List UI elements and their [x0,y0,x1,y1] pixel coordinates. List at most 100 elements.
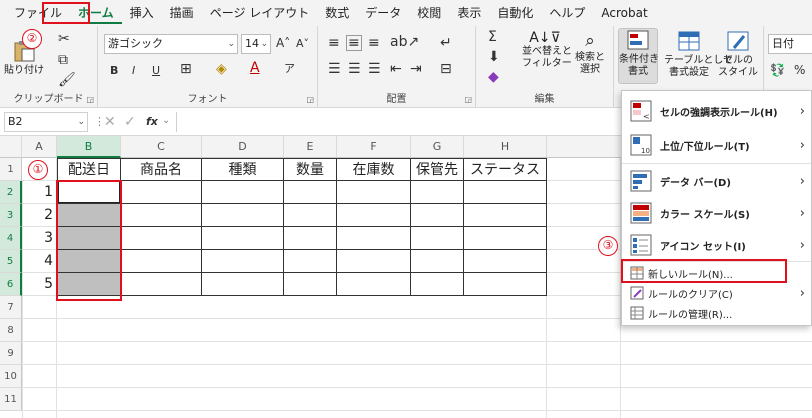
tab-help[interactable]: ヘルプ [541,2,593,24]
font-color-icon[interactable]: A [250,61,260,75]
row-header-3[interactable]: 3 [0,204,22,227]
clear-icon[interactable]: ◆ [488,70,499,84]
tab-draw[interactable]: 描画 [162,2,202,24]
format-painter-icon[interactable]: 🖌 [58,73,76,87]
shrink-font-icon[interactable]: A˅ [296,38,309,49]
select-all-corner[interactable] [0,136,22,158]
highlight-cells-rules-item[interactable]: < セルの強調表示ルール(H) › [622,95,812,127]
number-format-combo[interactable]: 日付 [768,34,812,54]
color-scales-item[interactable]: カラー スケール(S) › [622,197,812,229]
column-header-h[interactable]: H [464,136,547,158]
column-header-b[interactable]: B [57,136,121,158]
column-header-g[interactable]: G [411,136,464,158]
chevron-down-icon: ⌄ [260,39,268,49]
insert-function-button[interactable]: fx [146,115,158,128]
tab-page-layout[interactable]: ページ レイアウト [202,2,318,24]
name-box[interactable]: B2 ⌄ [4,112,88,132]
align-center-icon[interactable]: ☰ [348,62,361,76]
row-header-1[interactable]: 1 [0,158,22,181]
number-cell[interactable]: 5 [22,273,57,296]
table-header-cell[interactable]: 在庫数 [337,158,411,181]
merge-center-icon[interactable]: ⊟ [440,62,452,76]
fill-icon[interactable]: ⬇ [488,50,500,64]
font-size-combo[interactable]: 14 ⌄ [241,34,271,54]
table-header-cell[interactable]: 商品名 [121,158,202,181]
grow-font-icon[interactable]: A˄ [276,37,290,49]
editing-group: Σ ⬇ ◆ A↓⊽ 並べ替えと フィルター ⌕ 検索と 選択 編集 [476,26,614,108]
percent-icon[interactable]: % [794,64,805,76]
chevron-right-icon: › [799,173,805,189]
tab-data[interactable]: データ [357,2,409,24]
enter-icon[interactable]: ✓ [124,115,136,129]
align-top-icon[interactable]: ≡ [328,36,340,50]
borders-icon[interactable]: ⊞ [180,62,192,76]
find-select-button[interactable]: ⌕ 検索と 選択 [570,30,610,76]
font-name-combo[interactable]: 游ゴシック ⌄ [104,34,238,54]
row-header-8[interactable]: 8 [0,319,22,342]
clear-rules-item[interactable]: ルールのクリア(C) › [622,283,812,303]
table-header-cell[interactable]: 数量 [284,158,337,181]
decrease-indent-icon[interactable]: ⇤ [390,62,402,76]
tab-formulas[interactable]: 数式 [317,2,357,24]
column-header-d[interactable]: D [202,136,284,158]
row-header-2[interactable]: 2 [0,181,22,204]
cancel-icon[interactable]: ✕ [104,115,116,129]
svg-text:<: < [643,112,650,121]
bold-button[interactable]: B [110,64,118,77]
sort-filter-button[interactable]: A↓⊽ 並べ替えと フィルター [522,30,572,70]
column-header-e[interactable]: E [284,136,337,158]
fill-color-icon[interactable]: ◈ [216,62,227,76]
table-header-cell[interactable]: 保管先 [411,158,464,181]
phonetic-icon[interactable]: ア [284,63,295,74]
conditional-formatting-button[interactable]: 条件付き 書式 [618,28,659,84]
currency-icon[interactable]: 💱 [770,64,785,76]
table-header-cell[interactable]: 配送日 [57,158,121,181]
table-header-cell[interactable]: ステータス [464,158,547,181]
increase-indent-icon[interactable]: ⇥ [410,62,422,76]
font-launcher-icon[interactable]: ◲ [306,95,314,104]
tab-review[interactable]: 校閲 [409,2,449,24]
row-header-11[interactable]: 11 [0,388,22,411]
align-right-icon[interactable]: ☰ [368,62,381,76]
clear-rules-icon [630,286,644,300]
manage-rules-item[interactable]: ルールの管理(R)... [622,303,812,323]
data-bars-item[interactable]: データ バー(D) › [622,165,812,197]
underline-button[interactable]: U [152,64,160,77]
copy-icon[interactable]: ⧉ [58,53,68,67]
icon-sets-item[interactable]: アイコン セット(I) › [622,229,812,261]
table-header-cell[interactable]: 種類 [202,158,284,181]
row-header-7[interactable]: 7 [0,296,22,319]
cell-styles-button[interactable]: セルの スタイル [716,30,760,79]
number-cell[interactable]: 1 [22,181,57,204]
data-table-body[interactable] [57,181,547,296]
column-header-f[interactable]: F [337,136,411,158]
format-as-table-button[interactable]: テーブルとして 書式設定 [664,30,733,79]
row-header-6[interactable]: 6 [0,273,22,296]
cut-icon[interactable]: ✂ [58,32,70,46]
row-header-5[interactable]: 5 [0,250,22,273]
align-middle-icon[interactable]: ≡ [346,35,362,51]
tab-view[interactable]: 表示 [449,2,489,24]
wrap-text-icon[interactable]: ↵ [440,36,452,50]
italic-button[interactable]: I [132,64,135,77]
alignment-launcher-icon[interactable]: ◲ [464,95,472,104]
tab-automate[interactable]: 自動化 [489,2,541,24]
clipboard-launcher-icon[interactable]: ◲ [86,95,94,104]
tab-insert[interactable]: 挿入 [122,2,162,24]
column-header-a[interactable]: A [22,136,57,158]
number-cell[interactable]: 4 [22,250,57,273]
number-cell[interactable]: 2 [22,204,57,227]
top-bottom-rules-item[interactable]: 10 上位/下位ルール(T) › [622,129,812,161]
column-header-c[interactable]: C [121,136,202,158]
conditional-formatting-menu: < セルの強調表示ルール(H) › 10 上位/下位ルール(T) › データ バ… [621,90,812,326]
tab-acrobat[interactable]: Acrobat [593,2,655,24]
annotation-1: ① [28,160,48,180]
align-bottom-icon[interactable]: ≡ [368,36,380,50]
orientation-icon[interactable]: ab↗ [390,35,419,49]
autosum-icon[interactable]: Σ [488,30,497,44]
row-header-4[interactable]: 4 [0,227,22,250]
row-header-9[interactable]: 9 [0,342,22,365]
align-left-icon[interactable]: ☰ [328,62,341,76]
row-header-10[interactable]: 10 [0,365,22,388]
number-cell[interactable]: 3 [22,227,57,250]
